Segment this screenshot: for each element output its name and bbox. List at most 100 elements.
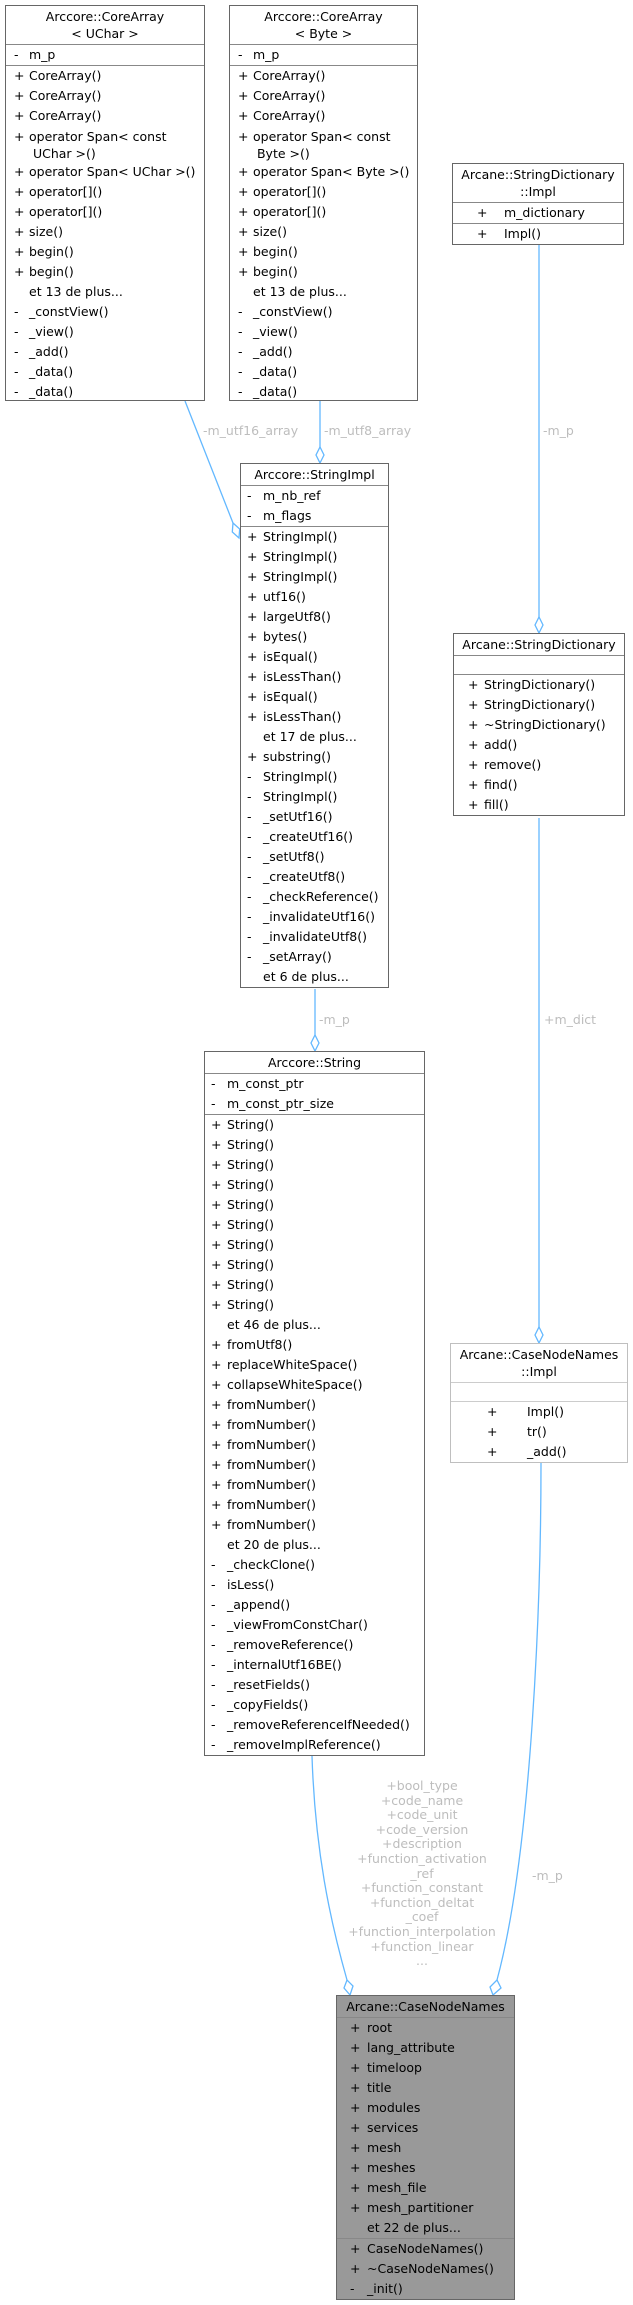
method-row[interactable]: + operator Span< UChar >() — [6, 162, 204, 182]
method-row[interactable]: + String() — [205, 1135, 424, 1155]
attribute-row[interactable]: - m_const_ptr_size — [205, 1094, 424, 1114]
method-row[interactable]: - _invalidateUtf16() — [241, 907, 388, 927]
method-row[interactable]: - _removeReferenceIfNeeded() — [205, 1715, 424, 1735]
method-row[interactable]: + fromNumber() — [205, 1455, 424, 1475]
method-row[interactable]: + StringImpl() — [241, 527, 388, 547]
attribute-row[interactable]: + root — [337, 2018, 514, 2038]
method-row[interactable]: + utf16() — [241, 587, 388, 607]
method-row[interactable]: et 6 de plus... — [241, 967, 388, 987]
method-row[interactable]: - _data() — [230, 382, 417, 402]
method-row[interactable]: + operator Span< const UChar >() — [6, 126, 204, 162]
method-row[interactable]: + CoreArray() — [230, 66, 417, 86]
method-row[interactable]: + add() — [454, 735, 624, 755]
method-row[interactable]: + fromNumber() — [205, 1475, 424, 1495]
class-box-corearray-byte[interactable]: Arccore::CoreArray < Byte > - m_p + CoreArra… — [229, 5, 418, 401]
method-row[interactable]: + String() — [205, 1255, 424, 1275]
method-row[interactable]: + String() — [205, 1175, 424, 1195]
method-row[interactable]: + isLessThan() — [241, 667, 388, 687]
class-title[interactable]: Arcane::CaseNodeNames ::Impl — [451, 1344, 627, 1383]
attribute-row[interactable]: - m_flags — [241, 506, 388, 526]
method-row[interactable]: + bytes() — [241, 627, 388, 647]
method-row[interactable]: + String() — [205, 1275, 424, 1295]
attribute-row[interactable]: + mesh — [337, 2138, 514, 2158]
method-row[interactable]: + fill() — [454, 795, 624, 815]
method-row[interactable]: - _data() — [230, 362, 417, 382]
method-row[interactable]: + String() — [205, 1115, 424, 1135]
method-row[interactable]: + find() — [454, 775, 624, 795]
method-row[interactable]: + fromNumber() — [205, 1415, 424, 1435]
method-row[interactable]: + Impl() — [451, 1402, 627, 1422]
method-row[interactable]: + String() — [205, 1195, 424, 1215]
class-box-casenodenames[interactable]: Arcane::CaseNodeNames + root + lang_attribut… — [336, 1995, 515, 2300]
method-row[interactable]: + String() — [205, 1215, 424, 1235]
method-row[interactable]: - _invalidateUtf8() — [241, 927, 388, 947]
class-title[interactable]: Arccore::CoreArray < UChar > — [6, 6, 204, 45]
attribute-row[interactable]: + services — [337, 2118, 514, 2138]
method-row[interactable]: + begin() — [6, 242, 204, 262]
method-row[interactable]: + StringImpl() — [241, 567, 388, 587]
method-row[interactable]: + Impl() — [453, 224, 623, 244]
method-row[interactable]: - _data() — [6, 362, 204, 382]
method-row[interactable]: + remove() — [454, 755, 624, 775]
attribute-row[interactable]: + lang_attribute — [337, 2038, 514, 2058]
method-row[interactable]: - _append() — [205, 1595, 424, 1615]
attribute-row[interactable]: et 22 de plus... — [337, 2218, 514, 2238]
method-row[interactable]: et 46 de plus... — [205, 1315, 424, 1335]
attribute-row[interactable]: - m_p — [230, 45, 417, 65]
method-row[interactable]: + _add() — [451, 1442, 627, 1462]
attribute-row[interactable]: - m_nb_ref — [241, 486, 388, 506]
method-row[interactable]: + StringImpl() — [241, 547, 388, 567]
attribute-row[interactable]: + mesh_file — [337, 2178, 514, 2198]
method-row[interactable]: + size() — [6, 222, 204, 242]
method-row[interactable]: - _view() — [230, 322, 417, 342]
class-box-stringimpl[interactable]: Arccore::StringImpl - m_nb_ref - m_flags + Str… — [240, 463, 389, 988]
class-title[interactable]: Arcane::CaseNodeNames — [337, 1996, 514, 2018]
class-box-stringdictionary-impl[interactable]: Arcane::StringDictionary ::Impl + m_dictio… — [452, 163, 624, 245]
method-row[interactable]: + begin() — [230, 262, 417, 282]
method-row[interactable]: + tr() — [451, 1422, 627, 1442]
method-row[interactable]: + operator[]() — [6, 182, 204, 202]
method-row[interactable]: + isEqual() — [241, 687, 388, 707]
method-row[interactable]: + String() — [205, 1155, 424, 1175]
method-row[interactable]: - _removeReference() — [205, 1635, 424, 1655]
method-row[interactable]: - _constView() — [6, 302, 204, 322]
method-row[interactable]: - _viewFromConstChar() — [205, 1615, 424, 1635]
method-row[interactable]: + fromUtf8() — [205, 1335, 424, 1355]
method-row[interactable]: + largeUtf8() — [241, 607, 388, 627]
method-row[interactable]: - _checkReference() — [241, 887, 388, 907]
method-row[interactable]: - _setUtf8() — [241, 847, 388, 867]
method-row[interactable]: - StringImpl() — [241, 767, 388, 787]
method-row[interactable]: + isEqual() — [241, 647, 388, 667]
method-row[interactable]: - _init() — [337, 2279, 514, 2299]
method-row[interactable]: + operator Span< Byte >() — [230, 162, 417, 182]
method-row[interactable]: - _removeImplReference() — [205, 1735, 424, 1755]
attribute-row[interactable]: + modules — [337, 2098, 514, 2118]
method-row[interactable]: + replaceWhiteSpace() — [205, 1355, 424, 1375]
method-row[interactable]: - isLess() — [205, 1575, 424, 1595]
method-row[interactable]: + fromNumber() — [205, 1395, 424, 1415]
attribute-row[interactable]: + meshes — [337, 2158, 514, 2178]
method-row[interactable]: + ~CaseNodeNames() — [337, 2259, 514, 2279]
attribute-row[interactable]: + title — [337, 2078, 514, 2098]
method-row[interactable]: + CoreArray() — [6, 66, 204, 86]
attribute-row[interactable]: - m_const_ptr — [205, 1074, 424, 1094]
method-row[interactable]: - _setUtf16() — [241, 807, 388, 827]
method-row[interactable]: + fromNumber() — [205, 1495, 424, 1515]
class-box-string[interactable]: Arccore::String - m_const_ptr - m_const_ptr_… — [204, 1051, 425, 1756]
method-row[interactable]: - _resetFields() — [205, 1675, 424, 1695]
method-row[interactable]: + StringDictionary() — [454, 675, 624, 695]
method-row[interactable]: - _data() — [6, 382, 204, 402]
class-title[interactable]: Arccore::CoreArray < Byte > — [230, 6, 417, 45]
method-row[interactable]: - _constView() — [230, 302, 417, 322]
attribute-row[interactable]: + timeloop — [337, 2058, 514, 2078]
attribute-row[interactable]: - m_p — [6, 45, 204, 65]
attribute-row[interactable]: + m_dictionary — [453, 203, 623, 223]
class-title[interactable]: Arccore::StringImpl — [241, 464, 388, 486]
method-row[interactable]: et 17 de plus... — [241, 727, 388, 747]
method-row[interactable]: + CoreArray() — [6, 86, 204, 106]
method-row[interactable]: - _internalUtf16BE() — [205, 1655, 424, 1675]
class-title[interactable]: Arcane::StringDictionary ::Impl — [453, 164, 623, 203]
method-row[interactable]: - _createUtf16() — [241, 827, 388, 847]
method-row[interactable]: + String() — [205, 1295, 424, 1315]
method-row[interactable]: - _copyFields() — [205, 1695, 424, 1715]
